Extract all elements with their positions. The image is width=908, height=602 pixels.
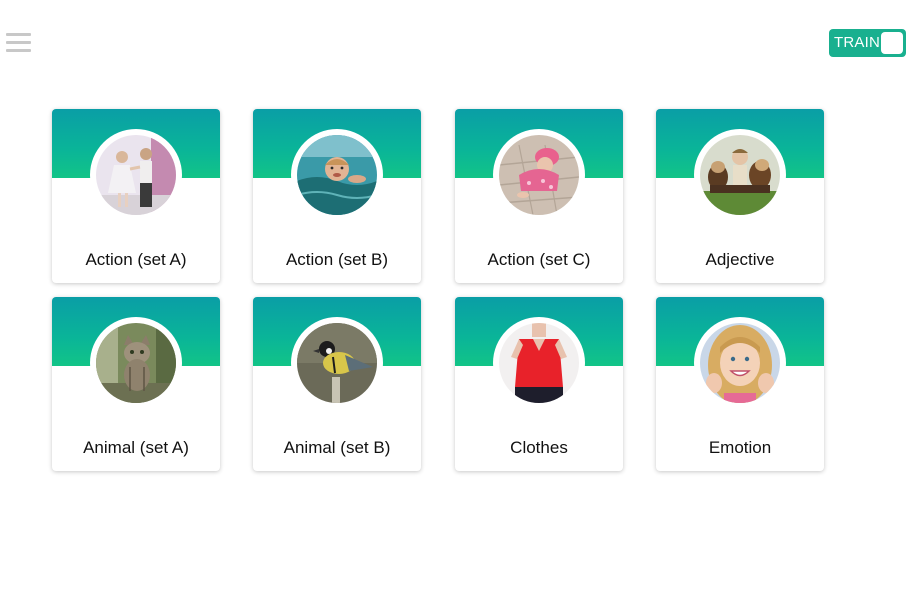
category-page: TRAIN Action (set A) Action (set B) Acti…	[0, 0, 908, 602]
card-avatar	[90, 129, 182, 221]
bird-photo	[297, 323, 377, 403]
category-card-action-set-b[interactable]: Action (set B)	[253, 109, 421, 283]
category-card-emotion[interactable]: Emotion	[656, 297, 824, 471]
train-toggle-label: TRAIN	[834, 34, 880, 51]
card-avatar	[493, 317, 585, 409]
card-avatar	[90, 317, 182, 409]
red-blouse-photo	[499, 323, 579, 403]
children-dancing-photo	[96, 135, 176, 215]
category-label: Emotion	[708, 438, 772, 457]
category-label: Adjective	[705, 250, 775, 269]
category-card-adjective[interactable]: Adjective	[656, 109, 824, 283]
toggle-knob	[881, 32, 903, 54]
hamburger-menu-icon[interactable]	[6, 33, 31, 52]
category-card-action-set-c[interactable]: Action (set C)	[455, 109, 623, 283]
menu-line	[6, 49, 31, 52]
category-label: Action (set C)	[487, 250, 591, 269]
kitten-photo	[96, 323, 176, 403]
card-avatar	[694, 317, 786, 409]
train-toggle[interactable]: TRAIN	[829, 29, 906, 57]
baby-crawling-photo	[499, 135, 579, 215]
card-avatar	[291, 129, 383, 221]
category-card-action-set-a[interactable]: Action (set A)	[52, 109, 220, 283]
category-card-clothes[interactable]: Clothes	[455, 297, 623, 471]
card-avatar	[694, 129, 786, 221]
category-card-animal-set-b[interactable]: Animal (set B)	[253, 297, 421, 471]
category-label: Animal (set B)	[283, 438, 391, 457]
menu-line	[6, 33, 31, 36]
category-card-animal-set-a[interactable]: Animal (set A)	[52, 297, 220, 471]
menu-line	[6, 41, 31, 44]
child-swimming-photo	[297, 135, 377, 215]
category-label: Clothes	[510, 438, 568, 457]
category-label: Animal (set A)	[83, 438, 189, 457]
card-avatar	[493, 129, 585, 221]
child-with-dogs-photo	[700, 135, 780, 215]
category-label: Action (set A)	[85, 250, 187, 269]
card-avatar	[291, 317, 383, 409]
category-label: Action (set B)	[285, 250, 389, 269]
smiling-girl-photo	[700, 323, 780, 403]
